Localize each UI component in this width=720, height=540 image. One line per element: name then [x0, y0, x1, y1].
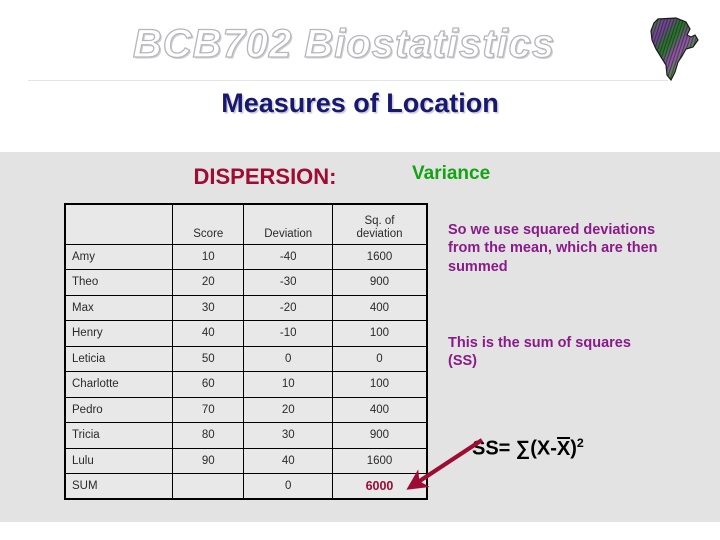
table-body: Amy 10 -40 1600 Theo 20 -30 900 Max 30 -20 400 Henry…: [64, 243, 428, 500]
note-sum-of-squares: This is the sum of squares (SS): [448, 335, 631, 370]
cell-name: Henry: [64, 320, 174, 347]
cell-name: Lulu: [64, 447, 174, 474]
cell-score: 10: [172, 243, 245, 270]
header-name: [64, 203, 174, 245]
cell-name: Pedro: [64, 396, 174, 423]
table-row: Tricia 80 30 900: [64, 422, 428, 449]
formula-lhs: SS=: [472, 437, 511, 460]
cell-score: 60: [172, 371, 245, 398]
formula-exponent: 2: [576, 436, 584, 450]
table-row: Charlotte 60 10 100: [64, 371, 428, 398]
topic-label: Variance: [412, 163, 491, 184]
cell-deviation: -40: [243, 243, 333, 270]
table-sum-row: SUM 0 6000: [64, 473, 428, 500]
africa-map-logo: [650, 17, 699, 82]
formula-close: ): [570, 437, 577, 460]
cell-name: Tricia: [64, 422, 174, 449]
formula-sigma: ∑: [515, 437, 531, 460]
header-sq-line2: deviation: [356, 227, 403, 240]
cell-deviation: 30: [243, 422, 333, 449]
sum-of-squares-formula: SS= ∑(X-X)2: [472, 436, 584, 461]
cell-score: 20: [172, 269, 245, 296]
header-score: Score: [172, 203, 245, 245]
cell-deviation: 40: [243, 447, 333, 474]
note-squared-deviations: So we use squared deviations from the me…: [448, 222, 658, 275]
cell-sq-deviation: 0: [331, 345, 428, 372]
sum-cell-name: SUM: [64, 473, 174, 500]
header-sq-deviation: Sq. of deviation: [331, 203, 428, 245]
cell-score: 90: [172, 447, 245, 474]
table-row: Pedro 70 20 400: [64, 396, 428, 423]
cell-sq-deviation: 900: [331, 422, 428, 449]
cell-name: Leticia: [64, 345, 174, 372]
section-label: DISPERSION:: [193, 164, 337, 189]
cell-sq-deviation: 900: [331, 269, 428, 296]
sum-cell-deviation: 0: [243, 473, 333, 500]
header-sq-line1: Sq. of: [364, 214, 395, 227]
cell-deviation: 0: [243, 345, 333, 372]
table-row: Leticia 50 0 0: [64, 345, 428, 372]
cell-score: 30: [172, 294, 245, 321]
table-header-row: Score Deviation Sq. of deviation: [64, 203, 428, 245]
cell-name: Theo: [64, 269, 174, 296]
cell-sq-deviation: 1600: [331, 243, 428, 270]
cell-name: Charlotte: [64, 371, 174, 398]
cell-deviation: -10: [243, 320, 333, 347]
cell-sq-deviation: 1600: [331, 447, 428, 474]
banner-divider: [28, 80, 668, 81]
course-title: BCB702 Biostatistics: [132, 21, 556, 66]
cell-deviation: -20: [243, 294, 333, 321]
table-row: Lulu 90 40 1600: [64, 447, 428, 474]
cell-sq-deviation: 100: [331, 371, 428, 398]
cell-name: Amy: [64, 243, 174, 270]
cell-score: 40: [172, 320, 245, 347]
sum-cell-score: [172, 473, 245, 500]
table-row: Henry 40 -10 100: [64, 320, 428, 347]
table-row: Theo 20 -30 900: [64, 269, 428, 296]
table-row: Max 30 -20 400: [64, 294, 428, 321]
cell-deviation: 20: [243, 396, 333, 423]
cell-name: Max: [64, 294, 174, 321]
cell-score: 70: [172, 396, 245, 423]
cell-sq-deviation: 100: [331, 320, 428, 347]
sum-cell-sq-deviation: 6000: [331, 473, 428, 500]
header-deviation: Deviation: [243, 203, 333, 245]
cell-sq-deviation: 400: [331, 396, 428, 423]
cell-deviation: -30: [243, 269, 333, 296]
slide-banner: BCB702 Biostatistics: [0, 0, 720, 84]
cell-score: 80: [172, 422, 245, 449]
cell-score: 50: [172, 345, 245, 372]
table-row: Amy 10 -40 1600: [64, 243, 428, 270]
formula-xbar: X: [556, 436, 571, 460]
cell-deviation: 10: [243, 371, 333, 398]
deviation-table: Score Deviation Sq. of deviation Amy 10 -4…: [64, 203, 428, 500]
page-title: Measures of Location: [221, 88, 499, 118]
formula-open: (X-: [530, 437, 557, 460]
cell-sq-deviation: 400: [331, 294, 428, 321]
